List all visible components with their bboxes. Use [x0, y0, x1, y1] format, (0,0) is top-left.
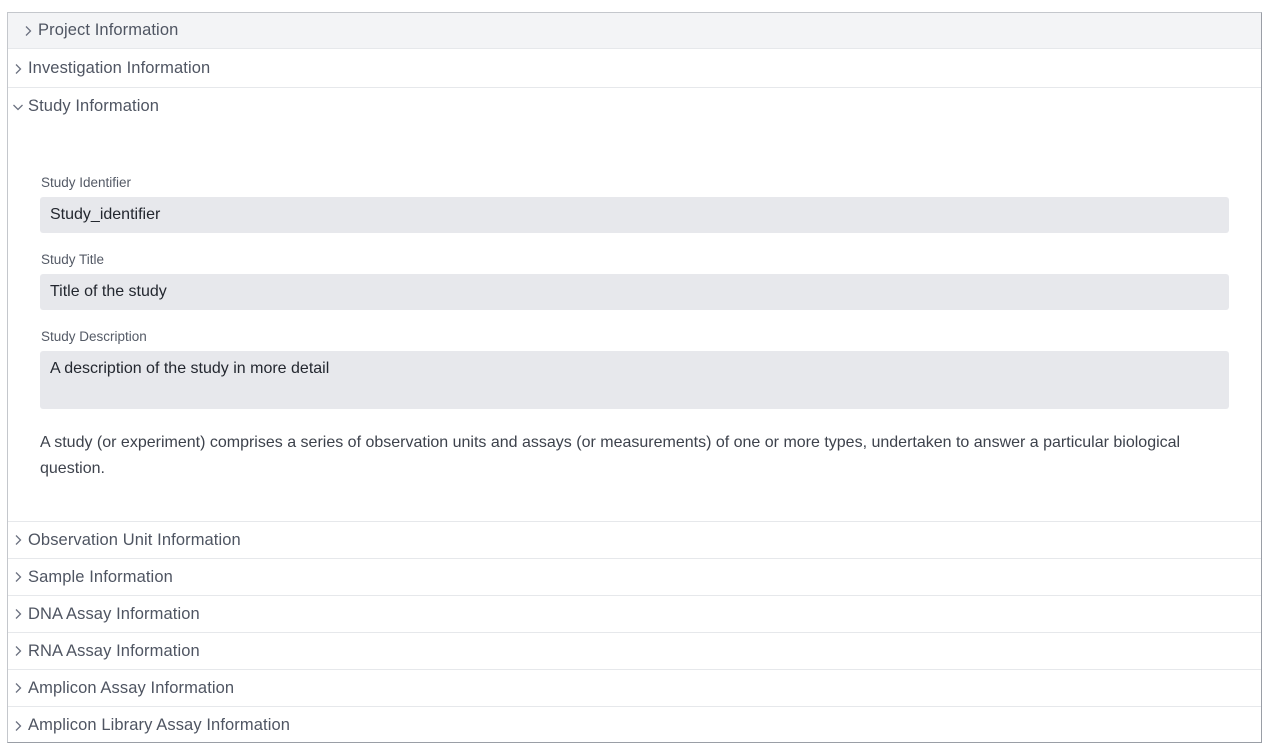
- study-title-label: Study Title: [41, 252, 105, 267]
- section-header-project-information[interactable]: Project Information: [8, 13, 1261, 49]
- section-header-amplicon-library-assay-information[interactable]: Amplicon Library Assay Information: [8, 707, 1261, 742]
- chevron-right-icon: [8, 716, 28, 736]
- chevron-right-icon: [8, 641, 28, 661]
- chevron-down-icon: [8, 97, 28, 117]
- study-description-textarea[interactable]: A description of the study in more detai…: [40, 351, 1229, 409]
- section-label: Observation Unit Information: [28, 530, 241, 549]
- chevron-right-icon: [8, 567, 28, 587]
- chevron-right-icon: [8, 59, 28, 79]
- section-header-rna-assay-information[interactable]: RNA Assay Information: [8, 633, 1261, 670]
- section-label: Amplicon Library Assay Information: [28, 716, 291, 734]
- section-header-study-information[interactable]: Study Information: [8, 88, 1261, 125]
- section-header-amplicon-assay-information[interactable]: Amplicon Assay Information: [8, 670, 1261, 707]
- section-header-investigation-information[interactable]: Investigation Information: [8, 50, 1261, 88]
- section-header-dna-assay-information[interactable]: DNA Assay Information: [8, 596, 1261, 633]
- chevron-right-icon: [18, 21, 38, 41]
- study-help-text: A study (or experiment) comprises a seri…: [40, 434, 1181, 477]
- section-label: DNA Assay Information: [28, 604, 200, 623]
- study-identifier-input[interactable]: Study_identifier: [40, 197, 1229, 233]
- section-label: Investigation Information: [28, 59, 211, 77]
- chevron-right-icon: [8, 604, 28, 624]
- section-label: Sample Information: [28, 567, 173, 586]
- section-header-observation-unit-information[interactable]: Observation Unit Information: [8, 521, 1261, 559]
- section-label: Study Information: [28, 97, 160, 115]
- chevron-right-icon: [8, 530, 28, 550]
- accordion-panel: Project Information Investigation Inform…: [7, 12, 1262, 743]
- section-header-sample-information[interactable]: Sample Information: [8, 559, 1261, 596]
- study-identifier-label: Study Identifier: [41, 175, 132, 190]
- study-description-label: Study Description: [41, 329, 147, 344]
- study-title-input[interactable]: Title of the study: [40, 274, 1229, 310]
- section-label: Amplicon Assay Information: [28, 678, 235, 697]
- section-label: RNA Assay Information: [28, 641, 200, 660]
- section-label: Project Information: [38, 21, 179, 39]
- chevron-right-icon: [8, 678, 28, 698]
